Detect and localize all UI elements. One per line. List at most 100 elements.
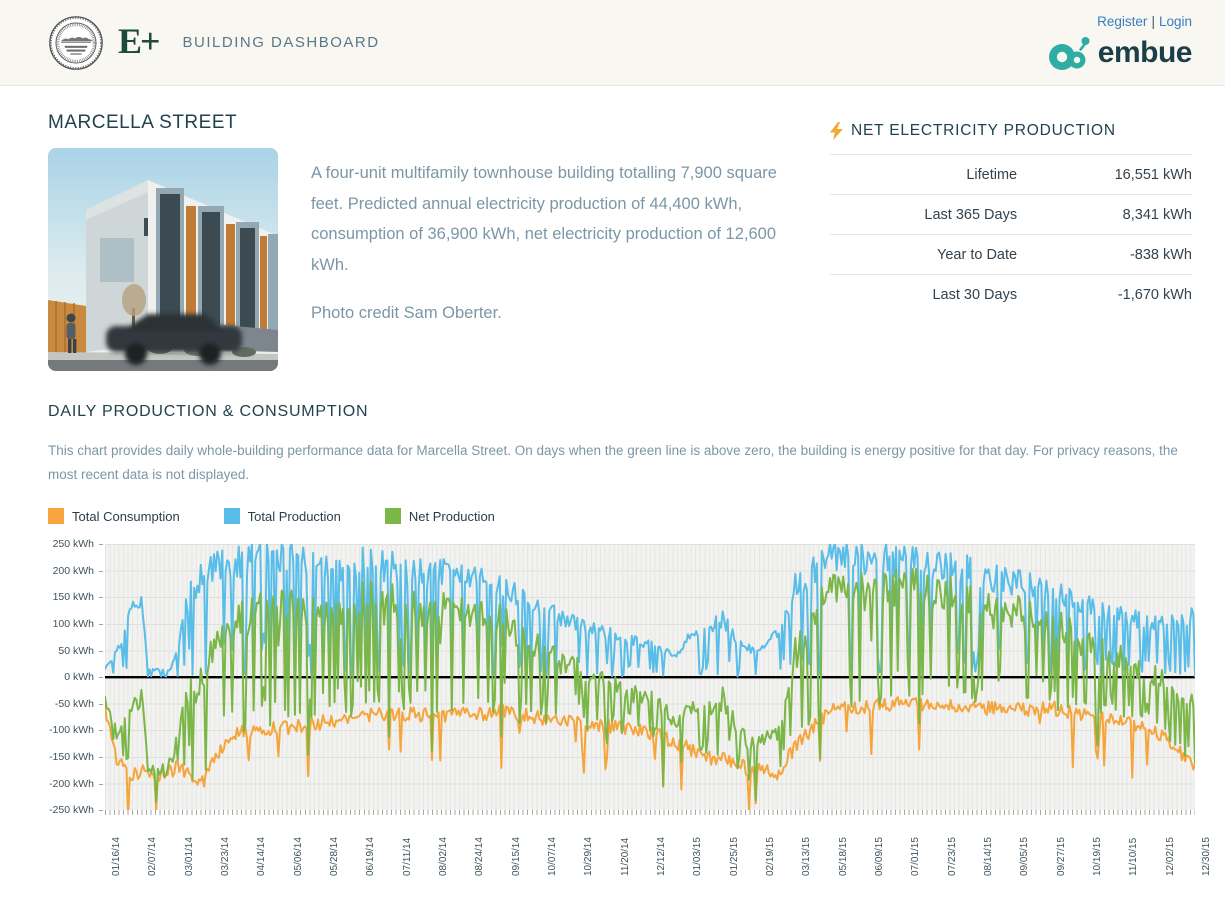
- x-tick-label: 08/02/14: [438, 837, 449, 876]
- table-row: Lifetime 16,551 kWh: [830, 154, 1192, 194]
- net-swatch: [385, 508, 401, 524]
- row-label: Last 365 Days: [830, 207, 1029, 223]
- x-tick-label: 03/13/15: [801, 837, 812, 876]
- x-tick-label: 11/20/14: [620, 838, 631, 876]
- x-tick-label: 01/25/15: [729, 837, 740, 876]
- y-tick-label: 0 kWh: [28, 671, 94, 683]
- row-value: 8,341 kWh: [1123, 207, 1192, 223]
- x-tick-label: 07/11/14: [402, 838, 413, 876]
- y-tick-mark: [99, 757, 103, 758]
- x-tick-label: 06/19/14: [365, 837, 376, 876]
- y-tick-label: -250 kWh: [28, 804, 94, 816]
- row-value: 16,551 kWh: [1115, 167, 1192, 183]
- y-tick-mark: [99, 784, 103, 785]
- x-tick-label: 09/05/15: [1019, 837, 1030, 876]
- production-swatch: [224, 508, 240, 524]
- legend-label: Total Production: [248, 509, 341, 524]
- y-tick-mark: [99, 651, 103, 652]
- daily-chart: 250 kWh200 kWh150 kWh100 kWh50 kWh0 kWh-…: [48, 536, 1192, 896]
- x-tick-label: 06/09/15: [874, 837, 885, 876]
- embue-logo: embue: [1046, 33, 1192, 73]
- row-value: -1,670 kWh: [1118, 287, 1192, 303]
- y-tick-mark: [99, 810, 103, 811]
- x-tick-label: 09/27/15: [1056, 837, 1067, 876]
- y-tick-label: 150 kWh: [28, 591, 94, 603]
- app-title: BUILDING DASHBOARD: [183, 34, 380, 51]
- x-tick-label: 10/19/15: [1092, 837, 1103, 876]
- embue-icon: [1046, 33, 1094, 73]
- y-tick-label: 50 kWh: [28, 645, 94, 657]
- y-tick-label: -150 kWh: [28, 751, 94, 763]
- boston-city-seal-logo: [48, 15, 104, 71]
- table-row: Last 30 Days -1,670 kWh: [830, 274, 1192, 314]
- chart-canvas: [105, 544, 1195, 810]
- x-tick-label: 02/19/15: [765, 837, 776, 876]
- y-tick-label: 200 kWh: [28, 565, 94, 577]
- x-tick-label: 10/07/14: [547, 837, 558, 876]
- row-label: Year to Date: [830, 247, 1029, 263]
- chart-description: This chart provides daily whole-building…: [48, 439, 1178, 486]
- y-tick-label: 100 kWh: [28, 618, 94, 630]
- row-label: Last 30 Days: [830, 287, 1029, 303]
- x-tick-label: 05/06/14: [293, 837, 304, 876]
- y-tick-mark: [99, 624, 103, 625]
- auth-links: Register|Login: [1097, 14, 1192, 29]
- y-tick-label: -50 kWh: [28, 698, 94, 710]
- legend-label: Total Consumption: [72, 509, 180, 524]
- x-tick-label: 03/23/14: [220, 837, 231, 876]
- x-tick-label: 01/16/14: [111, 837, 122, 876]
- x-tick-label: 05/18/15: [838, 837, 849, 876]
- legend-item-production: Total Production: [224, 508, 341, 524]
- row-value: -838 kWh: [1130, 247, 1192, 263]
- page-title: MARCELLA STREET: [48, 112, 278, 148]
- net-production-table: Lifetime 16,551 kWh Last 365 Days 8,341 …: [830, 154, 1192, 314]
- x-tick-label: 03/01/14: [184, 837, 195, 876]
- y-tick-mark: [99, 677, 103, 678]
- eplus-logo: E+: [118, 23, 159, 63]
- y-tick-mark: [99, 730, 103, 731]
- row-label: Lifetime: [830, 167, 1029, 183]
- consumption-swatch: [48, 508, 64, 524]
- x-tick-label: 07/01/15: [910, 837, 921, 876]
- table-row: Year to Date -838 kWh: [830, 234, 1192, 274]
- chart-plot-area: [105, 544, 1195, 810]
- table-row: Last 365 Days 8,341 kWh: [830, 194, 1192, 234]
- x-tick-label: 12/02/15: [1165, 837, 1176, 876]
- lightning-bolt-icon: [830, 122, 843, 140]
- chart-legend: Total Consumption Total Production Net P…: [48, 508, 1192, 524]
- header-bar: E+ BUILDING DASHBOARD Register|Login emb…: [0, 0, 1225, 86]
- net-production-panel: NET ELECTRICITY PRODUCTION Lifetime 16,5…: [830, 112, 1192, 371]
- net-production-title: NET ELECTRICITY PRODUCTION: [851, 122, 1116, 140]
- building-description: A four-unit multifamily townhouse buildi…: [311, 158, 800, 280]
- building-summary-section: MARCELLA STREET: [48, 86, 1192, 371]
- x-tick-label: 07/23/15: [947, 837, 958, 876]
- x-tick-label: 10/29/14: [583, 837, 594, 876]
- x-tick-label: 12/30/15: [1201, 837, 1212, 876]
- photo-credit: Photo credit Sam Oberter.: [311, 298, 800, 329]
- x-tick-label: 04/14/14: [256, 837, 267, 876]
- x-tick-label: 11/10/15: [1128, 838, 1139, 876]
- legend-item-consumption: Total Consumption: [48, 508, 180, 524]
- y-tick-mark: [99, 571, 103, 572]
- x-tick-label: 12/12/14: [656, 837, 667, 876]
- chart-title: DAILY PRODUCTION & CONSUMPTION: [48, 403, 1192, 421]
- y-tick-label: -100 kWh: [28, 724, 94, 736]
- x-tick-label: 09/15/14: [511, 837, 522, 876]
- legend-label: Net Production: [409, 509, 495, 524]
- x-tick-label: 05/28/14: [329, 837, 340, 876]
- x-tick-label: 01/03/15: [692, 837, 703, 876]
- embue-wordmark: embue: [1098, 36, 1192, 70]
- building-photo: [48, 148, 278, 371]
- legend-item-net: Net Production: [385, 508, 495, 524]
- login-link[interactable]: Login: [1159, 14, 1192, 29]
- x-tick-label: 08/14/15: [983, 837, 994, 876]
- y-tick-mark: [99, 704, 103, 705]
- x-axis-ticks: [105, 810, 1195, 815]
- y-tick-label: 250 kWh: [28, 538, 94, 550]
- chart-section: DAILY PRODUCTION & CONSUMPTION This char…: [48, 371, 1192, 896]
- register-link[interactable]: Register: [1097, 14, 1147, 29]
- y-tick-label: -200 kWh: [28, 778, 94, 790]
- x-tick-label: 08/24/14: [474, 837, 485, 876]
- auth-separator: |: [1147, 14, 1159, 29]
- y-tick-mark: [99, 597, 103, 598]
